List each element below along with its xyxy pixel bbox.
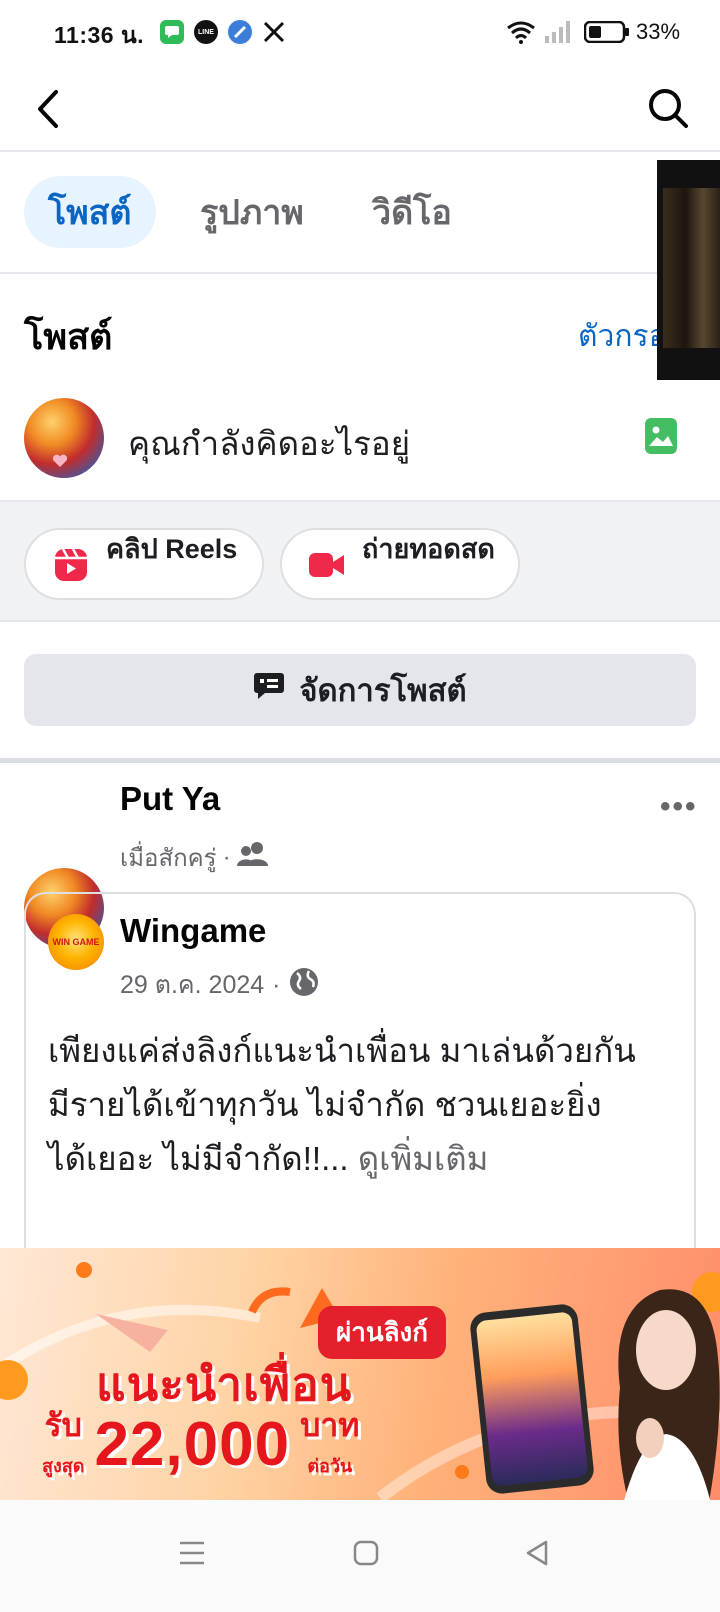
body-line: ได้เยอะ ไม่มีจำกัด!!... [48, 1140, 349, 1177]
status-bar: 11:36 น. LINE 33% [0, 0, 720, 66]
photo-icon[interactable] [645, 418, 677, 454]
meta-separator: · [222, 843, 231, 871]
posts-section-title: โพสต์ [24, 316, 113, 357]
post-time: เมื่อสักครู่ [120, 845, 217, 872]
phone-illustration [468, 1302, 596, 1496]
reward-unit: บาท [300, 1407, 360, 1443]
live-video-button[interactable]: ถ่ายทอดสด [280, 528, 520, 600]
more-options-icon[interactable]: ••• [660, 790, 698, 824]
body-line: เพียงแค่ส่งลิงก์แนะนำเพื่อน มาเล่นด้วยกั… [48, 1032, 636, 1069]
wifi-icon [506, 20, 536, 49]
app-icon [228, 20, 252, 44]
body-line-last: ได้เยอะ ไม่มีจำกัด!!... ดูเพิ่มเติม [48, 1132, 668, 1186]
live-video-label: ถ่ายทอดสด [362, 534, 495, 564]
page-logo[interactable]: WIN GAME [48, 914, 104, 970]
search-icon[interactable] [646, 86, 690, 130]
tab-photos[interactable]: รูปภาพ [176, 176, 328, 248]
floating-video-player[interactable] [657, 160, 720, 380]
avatar[interactable] [24, 398, 104, 478]
reels-icon [54, 548, 88, 587]
reward-amount: 22,000 [94, 1410, 291, 1479]
manage-posts-button[interactable]: จัดการโพสต์ [24, 654, 696, 726]
reward-receive: รับ [44, 1407, 82, 1443]
reward-prefix: รับ สูงสุด [42, 1400, 84, 1480]
system-navigation-bar [0, 1500, 720, 1612]
tab-posts[interactable]: โพสต์ [24, 176, 156, 248]
messages-icon [160, 20, 184, 44]
post-author-name[interactable]: Put Ya [120, 780, 220, 818]
chevron-left-icon[interactable] [30, 86, 70, 132]
manage-posts-icon [253, 671, 285, 709]
friends-icon [236, 841, 269, 874]
video-thumbnail [663, 188, 720, 348]
quick-actions-row: คลิป Reels ถ่ายทอดสด [0, 500, 720, 622]
battery-icon [583, 20, 630, 48]
reward-suffix: บาท ต่อวัน [300, 1400, 359, 1480]
promo-banner-image[interactable]: ผ่านลิงก์ แนะนำเพื่อน รับ สูงสุด 22,000 … [0, 1248, 720, 1500]
see-more-link[interactable]: ดูเพิ่มเติม [358, 1140, 489, 1177]
banner-reward: รับ สูงสุด 22,000 บาท ต่อวัน [42, 1400, 359, 1480]
body-line: มีรายได้เข้าทุกวัน ไม่จำกัด ชวนเยอะยิ่ง [48, 1086, 602, 1123]
composer-input[interactable]: คุณกำลังคิดอะไรอยู่ [128, 417, 410, 470]
signal-icon [544, 20, 574, 49]
menu-icon[interactable] [178, 1540, 206, 1571]
back-triangle-icon[interactable] [524, 1539, 552, 1572]
section-divider [0, 758, 720, 763]
reels-label: คลิป Reels [106, 534, 238, 564]
shared-post-meta: 29 ต.ค. 2024 · [120, 965, 319, 1005]
post-meta: เมื่อสักครู่ · [120, 838, 269, 877]
x-icon [262, 20, 286, 49]
profile-tabs: โพสต์ รูปภาพ วิดีโอ [0, 152, 720, 274]
top-nav [0, 66, 720, 152]
reels-button[interactable]: คลิป Reels [24, 528, 264, 600]
page-logo-text: WIN GAME [52, 937, 100, 947]
filter-link[interactable]: ตัวกรอง [578, 313, 658, 360]
shared-post-body: เพียงแค่ส่งลิงก์แนะนำเพื่อน มาเล่นด้วยกั… [48, 1024, 668, 1186]
live-video-icon [308, 550, 346, 585]
tab-videos[interactable]: วิดีโอ [348, 176, 476, 248]
meta-separator: · [272, 970, 281, 999]
manage-posts-label: จัดการโพสต์ [299, 673, 467, 708]
line-icon: LINE [194, 20, 218, 44]
shared-page-name[interactable]: Wingame [120, 912, 266, 950]
shared-post-date: 29 ต.ค. 2024 [120, 971, 265, 999]
model-illustration [618, 1289, 720, 1500]
battery-percent: 33% [636, 19, 681, 44]
home-icon[interactable] [352, 1539, 380, 1572]
reward-per-day: ต่อวัน [307, 1456, 353, 1476]
globe-icon [289, 967, 319, 1004]
reward-up-to: สูงสุด [42, 1456, 85, 1476]
status-time: 11:36 น. [54, 22, 145, 48]
